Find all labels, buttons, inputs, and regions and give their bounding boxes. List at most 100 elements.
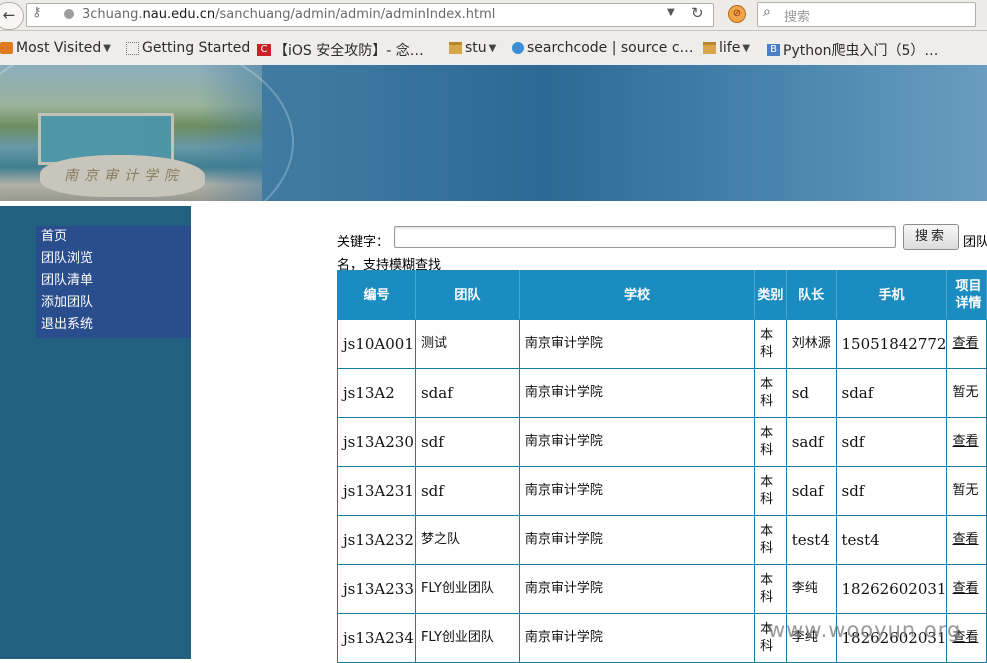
cell-id: js13A232 xyxy=(337,515,416,565)
col-header-team: 团队 xyxy=(414,270,520,320)
col-header-detail: 项目详情 xyxy=(946,270,987,320)
sidebar-menu: 首页 团队浏览 团队清单 添加团队 退出系统 xyxy=(36,226,191,338)
keyword-label: 关键字： xyxy=(337,235,390,250)
url-bar[interactable]: ⚷ 3chuang.nau.edu.cn/sanchuang/admin/adm… xyxy=(26,3,714,27)
search-icon: ⌕ xyxy=(763,4,771,20)
bookmark-stu[interactable]: stu ▼ xyxy=(449,40,496,56)
bookmark-life[interactable]: life ▼ xyxy=(703,40,750,56)
table-row: js10A001 测试 南京审计学院 本科 刘林源 15051842772 查看 xyxy=(337,319,987,369)
cell-phone: 15051842772 xyxy=(835,319,948,369)
bookmark-getting-started[interactable]: Getting Started xyxy=(126,40,250,56)
table-row: js13A231 sdf 南京审计学院 本科 sdaf sdf 暂无 xyxy=(337,466,987,516)
sidebar-item-home[interactable]: 首页 xyxy=(36,226,191,248)
detail-link[interactable]: 查看 xyxy=(946,515,987,565)
col-header-category: 类别 xyxy=(754,270,787,320)
sidebar-item-logout[interactable]: 退出系统 xyxy=(36,314,191,336)
cell-id: js13A2 xyxy=(337,368,416,418)
keyword-search-row: 关键字： 搜索 团队 xyxy=(337,224,987,252)
cell-school: 南京审计学院 xyxy=(518,417,756,467)
cell-id: js13A233 xyxy=(337,564,416,614)
cell-team: FLY创业团队 xyxy=(414,613,520,663)
sidebar: 首页 团队浏览 团队清单 添加团队 退出系统 xyxy=(0,206,191,659)
cell-leader: 刘林源 xyxy=(785,319,837,369)
table-header-row: 编号 团队 学校 类别 队长 手机 项目详情 xyxy=(337,270,987,320)
team-table: 编号 团队 学校 类别 队长 手机 项目详情 js10A001 测试 南京审计学… xyxy=(337,270,987,663)
keyword-input[interactable] xyxy=(394,226,896,248)
cell-school: 南京审计学院 xyxy=(518,466,756,516)
cell-leader: 李纯 xyxy=(785,564,837,614)
detail-link[interactable]: 查看 xyxy=(946,564,987,614)
cell-phone: sdaf xyxy=(835,368,948,418)
cell-phone: 18262602031 xyxy=(835,564,948,614)
site-identity-icon[interactable] xyxy=(64,9,74,19)
bookmark-python[interactable]: B Python爬虫入门（5）… xyxy=(767,40,938,60)
cell-team: sdf xyxy=(414,417,520,467)
bookmark-most-visited[interactable]: Most Visited ▼ xyxy=(0,40,111,56)
search-button[interactable]: 搜索 xyxy=(903,224,959,250)
cell-id: js13A230 xyxy=(337,417,416,467)
rss-icon xyxy=(0,42,13,54)
watermark: www.wooyun.org xyxy=(768,618,962,642)
reload-icon[interactable]: ↻ xyxy=(691,4,704,22)
sidebar-item-add-team[interactable]: 添加团队 xyxy=(36,292,191,314)
bookmark-searchcode[interactable]: searchcode | source c… xyxy=(512,40,694,56)
page-icon xyxy=(126,41,139,55)
cell-id: js10A001 xyxy=(337,319,416,369)
search-placeholder: 搜索 xyxy=(784,10,811,25)
cell-leader: sadf xyxy=(785,417,837,467)
table-row: js13A233 FLY创业团队 南京审计学院 本科 李纯 1826260203… xyxy=(337,564,987,614)
folder-icon xyxy=(449,42,462,54)
folder-icon xyxy=(703,42,716,54)
cell-leader: sdaf xyxy=(785,466,837,516)
detail-none: 暂无 xyxy=(946,368,987,418)
b-icon: B xyxy=(767,44,780,56)
sidebar-item-team-list[interactable]: 团队清单 xyxy=(36,270,191,292)
cell-team: 测试 xyxy=(414,319,520,369)
cell-leader: sd xyxy=(785,368,837,418)
col-header-leader: 队长 xyxy=(785,270,837,320)
cell-category: 本科 xyxy=(754,466,787,516)
cell-team: FLY创业团队 xyxy=(414,564,520,614)
cell-phone: sdf xyxy=(835,466,948,516)
detail-none: 暂无 xyxy=(946,466,987,516)
c-icon: C xyxy=(257,44,271,56)
cell-school: 南京审计学院 xyxy=(518,515,756,565)
cell-id: js13A231 xyxy=(337,466,416,516)
table-row: js13A2 sdaf 南京审计学院 本科 sd sdaf 暂无 xyxy=(337,368,987,418)
cell-category: 本科 xyxy=(754,564,787,614)
url-dropdown-icon[interactable]: ▼ xyxy=(667,7,675,18)
cell-category: 本科 xyxy=(754,515,787,565)
url-text[interactable]: 3chuang.nau.edu.cn/sanchuang/admin/admin… xyxy=(82,7,495,22)
cell-category: 本科 xyxy=(754,368,787,418)
cell-category: 本科 xyxy=(754,319,787,369)
browser-search-box[interactable]: ⌕ 搜索 xyxy=(757,2,976,27)
q-icon xyxy=(512,42,524,54)
back-arrow-icon: ← xyxy=(2,6,16,24)
bookmark-ios-security[interactable]: C 【iOS 安全攻防】- 念… xyxy=(257,40,424,60)
addon-icon[interactable]: ⊘ xyxy=(728,5,746,23)
cell-phone: test4 xyxy=(835,515,948,565)
site-banner: 南京审计学院 xyxy=(0,65,987,201)
cell-school: 南京审计学院 xyxy=(518,319,756,369)
cell-id: js13A234 xyxy=(337,613,416,663)
detail-link[interactable]: 查看 xyxy=(946,319,987,369)
cell-leader: test4 xyxy=(785,515,837,565)
chevron-down-icon: ▼ xyxy=(742,42,751,54)
sidebar-item-team-browse[interactable]: 团队浏览 xyxy=(36,248,191,270)
cell-phone: sdf xyxy=(835,417,948,467)
key-icon[interactable]: ⚷ xyxy=(32,5,42,20)
back-button[interactable]: ← xyxy=(0,2,24,30)
detail-link[interactable]: 查看 xyxy=(946,417,987,467)
cell-school: 南京审计学院 xyxy=(518,368,756,418)
col-header-phone: 手机 xyxy=(835,270,948,320)
bookmarks-bar: Most Visited ▼ Getting Started C 【iOS 安全… xyxy=(0,31,987,65)
table-row: js13A230 sdf 南京审计学院 本科 sadf sdf 查看 xyxy=(337,417,987,467)
col-header-school: 学校 xyxy=(518,270,756,320)
table-row: js13A232 梦之队 南京审计学院 本科 test4 test4 查看 xyxy=(337,515,987,565)
cell-school: 南京审计学院 xyxy=(518,613,756,663)
cell-team: sdf xyxy=(414,466,520,516)
chevron-down-icon: ▼ xyxy=(103,42,111,54)
cell-school: 南京审计学院 xyxy=(518,564,756,614)
col-header-id: 编号 xyxy=(337,270,416,320)
cell-team: sdaf xyxy=(414,368,520,418)
